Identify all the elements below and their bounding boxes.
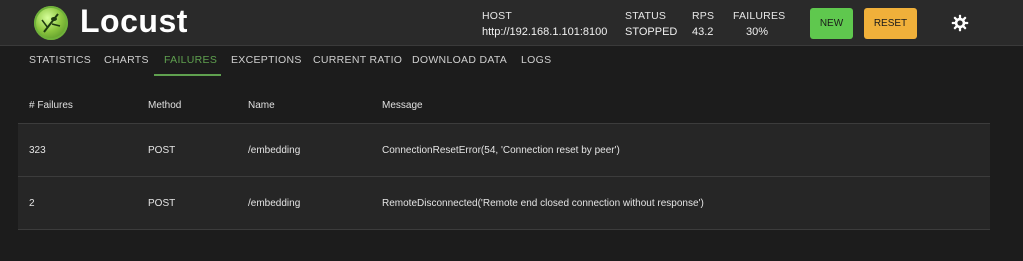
cell-failures: 323	[29, 145, 46, 156]
rps-label: RPS	[692, 10, 715, 22]
tab-download-data[interactable]: DOWNLOAD DATA	[412, 54, 507, 66]
cell-name: /embedding	[248, 145, 301, 156]
header-message[interactable]: Message	[382, 100, 423, 111]
status-value: STOPPED	[625, 26, 678, 38]
tab-exceptions[interactable]: EXCEPTIONS	[231, 54, 302, 66]
tab-failures[interactable]: FAILURES	[164, 54, 217, 66]
host-value: http://192.168.1.101:8100	[482, 26, 608, 38]
cell-method: POST	[148, 198, 176, 209]
cell-failures: 2	[29, 198, 35, 209]
header-method[interactable]: Method	[148, 100, 181, 111]
failures-value: 30%	[746, 26, 769, 38]
tab-logs[interactable]: LOGS	[521, 54, 551, 66]
gear-icon[interactable]	[951, 14, 969, 32]
top-header: Locust HOST http://192.168.1.101:8100 ST…	[0, 0, 1023, 46]
header-failures-count[interactable]: # Failures	[29, 100, 73, 111]
status-label: STATUS	[625, 10, 667, 22]
tab-current-ratio[interactable]: CURRENT RATIO	[313, 54, 402, 66]
cell-method: POST	[148, 145, 176, 156]
row-divider	[18, 176, 990, 177]
tab-statistics[interactable]: STATISTICS	[29, 54, 91, 66]
rps-value: 43.2	[692, 26, 714, 38]
tab-charts[interactable]: CHARTS	[104, 54, 149, 66]
host-label: HOST	[482, 10, 512, 22]
header-name[interactable]: Name	[248, 100, 275, 111]
cell-message: ConnectionResetError(54, 'Connection res…	[382, 145, 620, 156]
failures-label: FAILURES	[733, 10, 786, 22]
app-title: Locust	[80, 3, 188, 39]
cell-name: /embedding	[248, 198, 301, 209]
new-test-button[interactable]: NEW	[810, 8, 853, 39]
cell-message: RemoteDisconnected('Remote end closed co…	[382, 198, 704, 209]
locust-logo-icon	[34, 6, 68, 40]
active-tab-indicator	[154, 74, 221, 76]
reset-button[interactable]: RESET	[864, 8, 917, 39]
